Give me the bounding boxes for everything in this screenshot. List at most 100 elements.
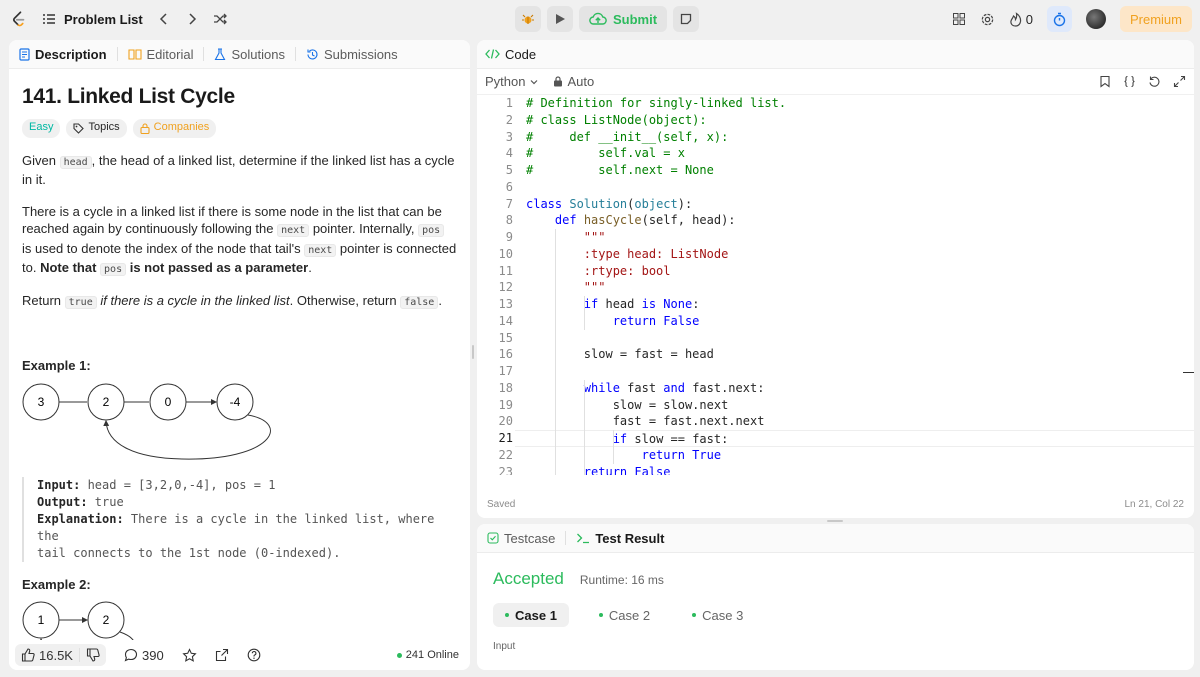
streak-counter[interactable]: 0 <box>1009 12 1033 27</box>
star-icon[interactable] <box>182 647 197 663</box>
topics-badge[interactable]: Topics <box>66 118 127 138</box>
gear-icon[interactable] <box>980 12 995 27</box>
vertical-resize-handle[interactable] <box>472 345 474 359</box>
case-tab-2[interactable]: Case 2 <box>587 603 662 627</box>
text: if there is a cycle in the linked list <box>96 292 290 308</box>
code-line[interactable]: 15 <box>477 330 1194 347</box>
code-line[interactable]: 5 # self.next = None <box>477 162 1194 179</box>
code-token: # def __init__(self, x): <box>526 129 729 144</box>
code-line[interactable]: 8 def hasCycle(self, head): <box>477 212 1194 229</box>
input-value: head = [3,2,0,-4], pos = 1 <box>80 477 276 492</box>
code-line[interactable]: 11 :rtype: bool <box>477 263 1194 280</box>
language-label: Python <box>485 74 526 89</box>
line-number: 20 <box>498 414 513 429</box>
help-icon[interactable] <box>247 648 261 662</box>
problem-title[interactable]: 141. Linked List Cycle <box>22 86 457 106</box>
code-line[interactable]: 12 """ <box>477 279 1194 296</box>
pass-dot <box>598 613 603 617</box>
comment-count: 390 <box>141 647 164 663</box>
braces-icon[interactable] <box>1123 75 1136 88</box>
bookmark-icon[interactable] <box>1099 75 1111 88</box>
lock-icon <box>140 122 150 134</box>
line-content: class Solution(object): <box>515 196 1194 213</box>
result-panel: Testcase Test Result Accepted Runtime: 1… <box>477 524 1194 670</box>
line-content <box>515 179 1194 196</box>
expand-icon[interactable] <box>1173 75 1186 88</box>
timer-icon <box>1052 12 1067 27</box>
chevron-left-icon[interactable] <box>157 12 171 26</box>
case-label: Case 3 <box>702 607 744 623</box>
line-number: 13 <box>498 297 513 311</box>
auto-mode-toggle[interactable]: Auto <box>553 74 594 89</box>
share-icon[interactable] <box>215 648 229 662</box>
tab-test-result[interactable]: Test Result <box>576 531 664 546</box>
line-content: :type head: ListNode <box>515 246 1194 263</box>
line-content: fast = fast.next.next <box>515 413 1194 430</box>
horizontal-resize-handle[interactable] <box>827 520 843 522</box>
reset-icon[interactable] <box>1148 75 1161 88</box>
layout-icon[interactable] <box>952 12 966 26</box>
code-token: head <box>605 297 642 311</box>
code-line[interactable]: 9 """ <box>477 229 1194 246</box>
tab-testcase[interactable]: Testcase <box>487 531 555 546</box>
tab-solutions[interactable]: Solutions <box>214 47 285 62</box>
editor-status-bar: Saved Ln 21, Col 22 <box>477 490 1194 518</box>
tab-description-label: Description <box>35 46 107 62</box>
runtime-label: Runtime: 16 ms <box>579 573 664 587</box>
problem-badges: Easy Topics Companies <box>22 118 457 138</box>
run-button[interactable] <box>547 6 573 32</box>
code-line[interactable]: 7 class Solution(object): <box>477 196 1194 213</box>
editorial-icon <box>127 48 142 60</box>
tab-description[interactable]: Description <box>19 47 107 62</box>
tab-submissions[interactable]: Submissions <box>306 47 398 62</box>
tab-test-result-label: Test Result <box>595 530 665 546</box>
inline-code: true <box>64 295 97 309</box>
chevron-right-icon[interactable] <box>185 12 199 26</box>
line-number: 18 <box>498 380 513 395</box>
code-editor[interactable]: 1 # Definition for singly-linked list. 2 # … <box>477 95 1194 475</box>
line-content: slow = fast = head <box>515 346 1194 363</box>
problem-list-button[interactable]: Problem List <box>42 12 143 27</box>
tab-code[interactable]: Code <box>485 47 536 62</box>
avatar[interactable] <box>1085 9 1106 29</box>
code-line[interactable]: 10 :type head: ListNode <box>477 246 1194 263</box>
like-button[interactable]: 16.5K <box>21 648 73 663</box>
language-select[interactable]: Python <box>485 74 539 89</box>
tab-editorial[interactable]: Editorial <box>127 47 193 62</box>
code-token: # Definition for singly-linked list. <box>526 96 787 110</box>
leetcode-logo-icon[interactable] <box>10 10 28 28</box>
code-token: (self, head): <box>641 213 736 228</box>
editor-toolbar: Python Auto <box>477 69 1194 95</box>
code-line[interactable]: 1 # Definition for singly-linked list. <box>477 95 1194 112</box>
text: . Otherwise, return <box>289 292 401 308</box>
companies-badge[interactable]: Companies <box>132 118 217 138</box>
shuffle-icon[interactable] <box>213 12 228 26</box>
code-line[interactable]: 16 slow = fast = head <box>477 346 1194 363</box>
history-icon <box>306 48 319 61</box>
debug-button[interactable] <box>515 6 541 32</box>
case-tab-1[interactable]: Case 1 <box>493 603 569 627</box>
code-token: if <box>583 297 606 311</box>
code-token: def <box>554 213 584 228</box>
line-content: def hasCycle(self, head): <box>515 212 1194 229</box>
code-token: if <box>612 432 635 446</box>
code-line[interactable]: 3 # def __init__(self, x): <box>477 129 1194 146</box>
comments-button[interactable]: 390 <box>124 648 164 663</box>
list-icon <box>42 12 56 26</box>
tag-icon <box>73 122 85 134</box>
code-icon <box>485 48 500 60</box>
lock-icon <box>553 76 563 87</box>
notes-button[interactable] <box>673 6 700 32</box>
debug-icon <box>521 12 535 26</box>
like-buttons: 16.5K <box>15 644 106 666</box>
thumb-down-icon[interactable] <box>86 648 100 662</box>
case-tab-3[interactable]: Case 3 <box>680 603 755 627</box>
premium-button[interactable]: Premium <box>1119 6 1192 32</box>
code-line[interactable]: 17 <box>477 363 1194 380</box>
code-line[interactable]: 2 # class ListNode(object): <box>477 112 1194 129</box>
timer-button[interactable] <box>1046 6 1072 32</box>
code-line[interactable]: 6 <box>477 179 1194 196</box>
line-number: 5 <box>505 163 513 177</box>
code-line[interactable]: 4 # self.val = x <box>477 145 1194 162</box>
submit-button[interactable]: Submit <box>579 6 668 32</box>
